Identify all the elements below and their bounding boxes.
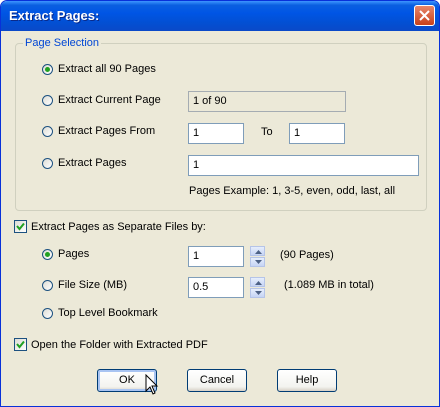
radio-icon — [42, 279, 53, 291]
bookmark-label: Top Level Bookmark — [58, 307, 158, 319]
split-pages-spinner[interactable] — [250, 246, 265, 267]
separate-files-label: Extract Pages as Separate Files by: — [31, 220, 206, 233]
extract-pages-label: Extract Pages — [58, 157, 127, 169]
split-pages-input[interactable]: 1 — [188, 246, 244, 267]
close-button[interactable] — [414, 5, 435, 26]
radio-file-size[interactable]: File Size (MB) — [42, 279, 127, 291]
mouse-pointer-icon — [145, 374, 159, 395]
radio-icon — [42, 125, 53, 137]
arrow-down-icon — [255, 260, 262, 264]
open-folder-label: Open the Folder with Extracted PDF — [31, 338, 208, 351]
to-label: To — [261, 126, 273, 138]
split-pages-label: Pages — [58, 248, 90, 260]
extract-from-label: Extract Pages From — [58, 125, 156, 137]
radio-extract-pages[interactable]: Extract Pages — [42, 157, 126, 169]
spinner-down-button[interactable] — [250, 288, 265, 298]
extract-all-label: Extract all 90 Pages — [58, 63, 156, 75]
separate-files-checkbox[interactable]: Extract Pages as Separate Files by: — [14, 220, 206, 233]
pages-input[interactable]: 1 — [188, 155, 419, 176]
radio-extract-all[interactable]: Extract all 90 Pages — [42, 63, 156, 75]
radio-selected-icon — [42, 63, 53, 75]
extract-pages-dialog: Extract Pages: Page Selection Extract al… — [0, 0, 440, 407]
radio-extract-from[interactable]: Extract Pages From — [42, 125, 155, 137]
radio-icon — [42, 94, 53, 106]
pages-example-text: Pages Example: 1, 3-5, even, odd, last, … — [189, 185, 396, 197]
checkbox-checked-icon — [14, 338, 27, 351]
spinner-up-button[interactable] — [250, 277, 265, 287]
close-icon — [419, 10, 430, 21]
arrow-up-icon — [255, 250, 262, 254]
spinner-up-button[interactable] — [250, 246, 265, 256]
file-size-note: (1.089 MB in total) — [284, 279, 374, 291]
file-size-input[interactable]: 0.5 — [188, 277, 244, 298]
title-bar[interactable]: Extract Pages: — [1, 1, 439, 31]
radio-icon — [42, 157, 53, 169]
from-page-input[interactable]: 1 — [188, 123, 244, 144]
arrow-down-icon — [255, 291, 262, 295]
extract-current-label: Extract Current Page — [58, 94, 161, 106]
page-selection-legend: Page Selection — [23, 37, 101, 49]
help-button[interactable]: Help — [277, 369, 337, 392]
window-title: Extract Pages: — [9, 8, 100, 23]
split-pages-note: (90 Pages) — [280, 249, 334, 261]
file-size-spinner[interactable] — [250, 277, 265, 298]
cancel-button[interactable]: Cancel — [187, 369, 247, 392]
file-size-label: File Size (MB) — [58, 279, 128, 291]
radio-selected-icon — [42, 248, 53, 260]
arrow-up-icon — [255, 281, 262, 285]
dialog-body: Page Selection Extract all 90 Pages Extr… — [4, 31, 436, 404]
spinner-down-button[interactable] — [250, 257, 265, 267]
open-folder-checkbox[interactable]: Open the Folder with Extracted PDF — [14, 338, 208, 351]
radio-bookmark[interactable]: Top Level Bookmark — [42, 307, 158, 319]
radio-split-pages[interactable]: Pages — [42, 248, 89, 260]
radio-extract-current[interactable]: Extract Current Page — [42, 94, 161, 106]
to-page-input[interactable]: 1 — [289, 123, 345, 144]
radio-icon — [42, 307, 53, 319]
checkbox-checked-icon — [14, 220, 27, 233]
current-page-field: 1 of 90 — [188, 91, 346, 112]
